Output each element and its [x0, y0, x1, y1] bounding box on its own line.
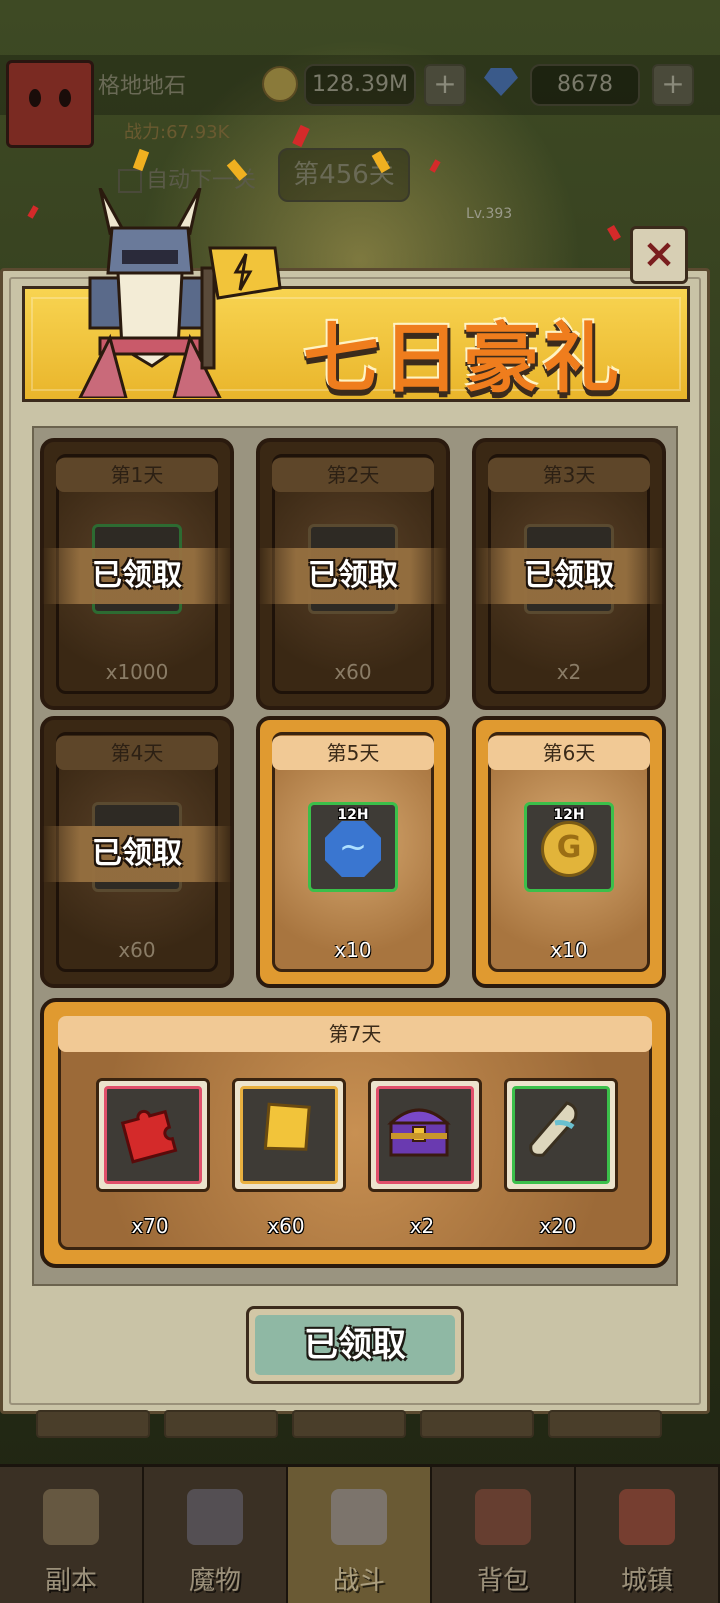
unit-level-tag	[420, 1410, 534, 1438]
gold-coin-icon	[262, 66, 298, 102]
slot-frame	[376, 1086, 474, 1184]
boss-level-label: Lv.393	[466, 206, 513, 222]
reward-count: x60	[334, 660, 372, 684]
reward-count: x2	[409, 1214, 435, 1238]
day-6-card[interactable]: 第6天 G 12H x10	[472, 716, 666, 988]
nav-label: 城镇	[620, 1566, 673, 1596]
reward-item-slot[interactable]: 12H	[308, 802, 398, 892]
claimed-label: 已领取	[474, 548, 664, 604]
reward-count: x10	[334, 938, 372, 962]
purple-treasure-chest-icon	[387, 1108, 451, 1157]
gold-scroll-piece-icon	[263, 1102, 311, 1151]
reward-count: x60	[267, 1214, 305, 1238]
day-label: 第4天	[56, 736, 218, 770]
unit-level-tag	[548, 1410, 662, 1438]
duration-badge: 12H	[337, 807, 369, 823]
blue-rune-stone-icon	[325, 821, 381, 877]
reward-count: x1000	[105, 660, 169, 684]
red-puzzle-piece-icon	[120, 1109, 178, 1164]
reward-slot-parchment-scroll[interactable]	[504, 1078, 618, 1192]
reward-count: x10	[550, 938, 588, 962]
unit-level-tag	[36, 1410, 150, 1438]
player-name: 格地地石	[98, 74, 187, 99]
claim-button[interactable]: 已领取	[246, 1306, 464, 1384]
day-5-card[interactable]: 第5天 12H x10	[256, 716, 450, 988]
day-label: 第2天	[272, 458, 434, 492]
claimed-label: 已领取	[42, 548, 232, 604]
day-label: 第5天	[272, 736, 434, 770]
reward-item-slot[interactable]: G 12H	[524, 802, 614, 892]
bottom-navigation: 副本 魔物 战斗 背包 城镇	[0, 1464, 720, 1603]
nav-battle[interactable]: 战斗	[288, 1467, 432, 1603]
day-4-card[interactable]: 第4天 已领取 x60	[40, 716, 234, 988]
day-label: 第3天	[488, 458, 650, 492]
slot-frame	[512, 1086, 610, 1184]
unit-level-tag	[292, 1410, 406, 1438]
dwarf-warrior-mascot-icon	[78, 188, 282, 398]
day-7-card[interactable]: 第7天 x70 x60 x2 x20	[40, 998, 670, 1268]
gold-coin-icon: G	[541, 821, 597, 877]
slot-frame	[240, 1086, 338, 1184]
nav-label: 战斗	[332, 1566, 385, 1596]
close-button[interactable]: ×	[630, 226, 688, 284]
day-1-card[interactable]: 第1天 已领取 x1000	[40, 438, 234, 710]
add-gems-button[interactable]: +	[652, 64, 694, 106]
gold-amount: 128.39M	[304, 64, 416, 106]
nav-label: 魔物	[188, 1566, 241, 1596]
parchment-scroll-icon	[529, 1101, 578, 1157]
backpack-icon	[475, 1489, 531, 1545]
duration-badge: 12H	[553, 807, 585, 823]
gem-amount: 8678	[530, 64, 640, 106]
nav-town[interactable]: 城镇	[576, 1467, 720, 1603]
claim-button-label: 已领取	[255, 1315, 455, 1375]
monster-helmet-icon	[187, 1489, 243, 1545]
reward-count: x70	[131, 1214, 169, 1238]
nav-backpack[interactable]: 背包	[432, 1467, 576, 1603]
slot-frame	[104, 1086, 202, 1184]
nav-monsters[interactable]: 魔物	[144, 1467, 288, 1603]
reward-count: x2	[556, 660, 582, 684]
town-shop-icon	[619, 1489, 675, 1545]
map-icon	[43, 1489, 99, 1545]
claimed-label: 已领取	[258, 548, 448, 604]
reward-slot-gold-scroll[interactable]	[232, 1078, 346, 1192]
combat-power: 战力:67.93K	[124, 122, 230, 143]
reward-slot-red-puzzle[interactable]	[96, 1078, 210, 1192]
day-label: 第7天	[58, 1016, 652, 1052]
nav-label: 背包	[476, 1566, 529, 1596]
day-label: 第6天	[488, 736, 650, 770]
add-gold-button[interactable]: +	[424, 64, 466, 106]
day-label: 第1天	[56, 458, 218, 492]
reward-count: x20	[539, 1214, 577, 1238]
nav-label: 副本	[44, 1566, 97, 1596]
day-2-card[interactable]: 第2天 已领取 x60	[256, 438, 450, 710]
stage-indicator: 第456关	[278, 148, 410, 202]
reward-slot-treasure-chest[interactable]	[368, 1078, 482, 1192]
day-3-card[interactable]: 第3天 已领取 x2	[472, 438, 666, 710]
player-avatar[interactable]	[6, 60, 94, 148]
modal-title: 七日豪礼	[303, 314, 623, 403]
reward-count: x60	[118, 938, 156, 962]
nav-dungeon[interactable]: 副本	[0, 1467, 144, 1603]
claimed-label: 已领取	[42, 826, 232, 882]
unit-level-tag	[164, 1410, 278, 1438]
crossed-swords-icon	[331, 1489, 387, 1545]
